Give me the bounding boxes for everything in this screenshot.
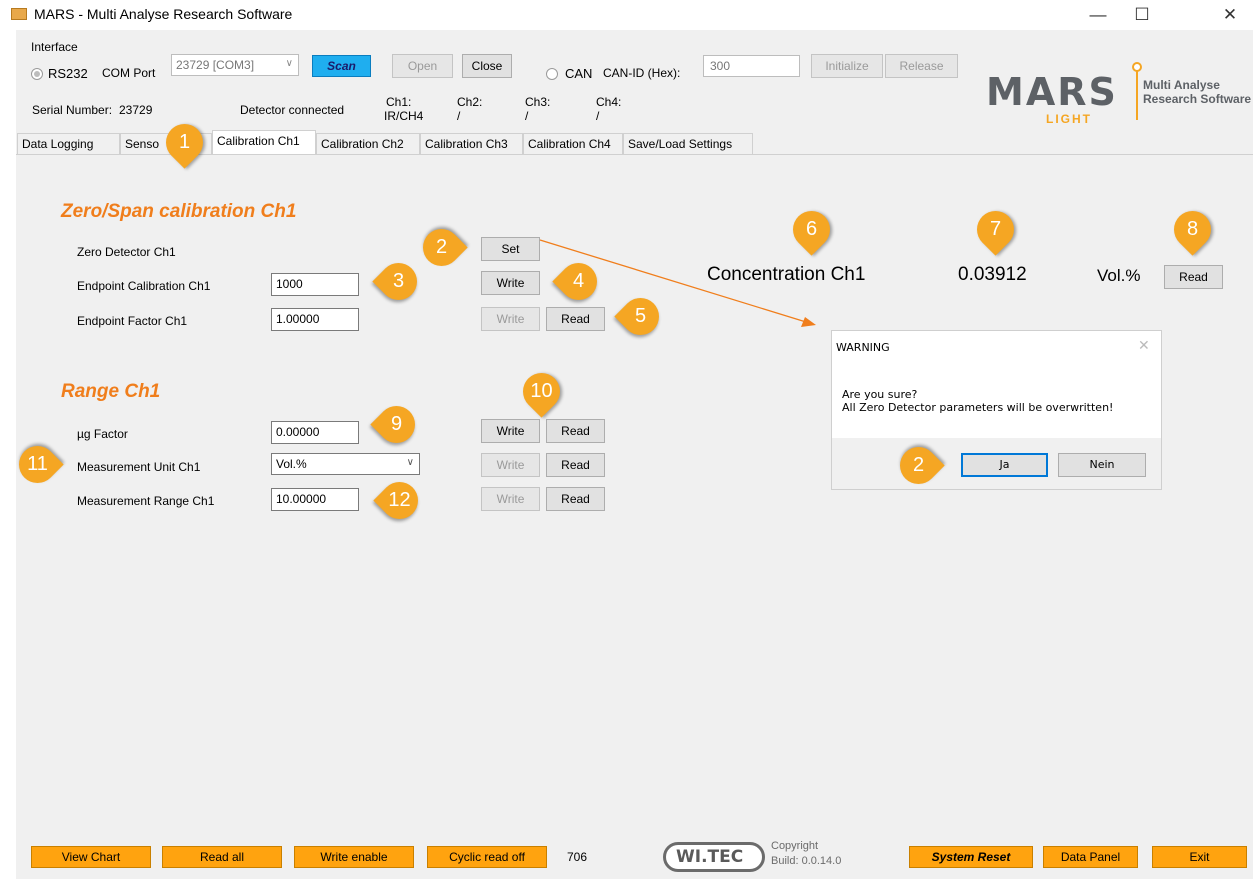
callout-marker-12: 12 bbox=[373, 474, 426, 527]
cyclic-read-button[interactable]: Cyclic read off bbox=[427, 846, 547, 868]
witec-logo: WI.TEC bbox=[663, 842, 765, 872]
callout-marker-1: 1 bbox=[158, 116, 211, 169]
dialog-close-icon[interactable]: ✕ bbox=[1138, 337, 1150, 354]
callout-marker-11: 11 bbox=[11, 438, 64, 491]
callout-marker-2b: 2 bbox=[892, 439, 945, 492]
write-enable-button[interactable]: Write enable bbox=[294, 846, 414, 868]
callout-marker-7: 7 bbox=[969, 203, 1022, 256]
callout-marker-8: 8 bbox=[1166, 203, 1219, 256]
system-reset-button[interactable]: System Reset bbox=[909, 846, 1033, 868]
callout-marker-2: 2 bbox=[415, 221, 468, 274]
dialog-title: WARNING bbox=[836, 341, 890, 354]
dialog-message-1: Are you sure? bbox=[842, 388, 918, 401]
callout-marker-4: 4 bbox=[552, 255, 605, 308]
read-all-button[interactable]: Read all bbox=[162, 846, 282, 868]
counter-value: 706 bbox=[567, 850, 588, 864]
dialog-yes-button[interactable]: Ja bbox=[961, 453, 1048, 477]
arrow-head bbox=[801, 317, 816, 327]
build-version: Build: 0.0.14.0 bbox=[771, 855, 842, 867]
callout-marker-10: 10 bbox=[515, 365, 568, 418]
callout-marker-6: 6 bbox=[785, 203, 838, 256]
dialog-no-button[interactable]: Nein bbox=[1058, 453, 1146, 477]
dialog-message-2: All Zero Detector parameters will be ove… bbox=[842, 401, 1114, 414]
copyright-label: Copyright bbox=[771, 840, 819, 852]
callout-marker-3: 3 bbox=[372, 255, 425, 308]
view-chart-button[interactable]: View Chart bbox=[31, 846, 151, 868]
witec-logo-text: WI.TEC bbox=[676, 847, 744, 867]
exit-button[interactable]: Exit bbox=[1152, 846, 1247, 868]
callout-marker-5: 5 bbox=[614, 290, 667, 343]
dialog-button-bar: Ja Nein bbox=[832, 438, 1161, 489]
data-panel-button[interactable]: Data Panel bbox=[1043, 846, 1138, 868]
warning-dialog: WARNING ✕ Are you sure? All Zero Detecto… bbox=[831, 330, 1162, 490]
callout-marker-9: 9 bbox=[370, 398, 423, 451]
